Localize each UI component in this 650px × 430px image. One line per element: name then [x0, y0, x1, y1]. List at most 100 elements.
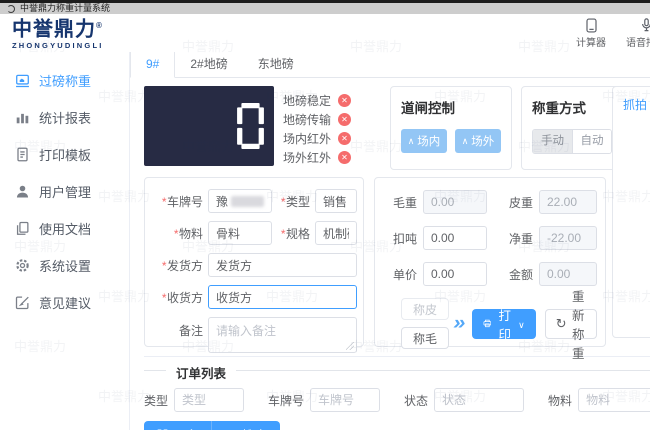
- filter-type-input[interactable]: [174, 388, 245, 412]
- filter-plate-input[interactable]: [310, 388, 381, 412]
- seven-segment-zero: [237, 103, 264, 149]
- material-input[interactable]: [208, 221, 272, 245]
- gate-control-panel: 道闸控制 场内 场外: [390, 86, 512, 170]
- logo-text: 中誉鼎力: [12, 18, 96, 41]
- gear-icon: [15, 258, 30, 273]
- resize-handle-icon[interactable]: [346, 342, 354, 350]
- search-button[interactable]: 搜索: [211, 421, 281, 430]
- order-actions-row: 更多 搜索: [144, 421, 650, 430]
- tare-input: [539, 190, 597, 214]
- sidebar-item-weighing[interactable]: 过磅称重: [0, 62, 129, 99]
- tab-scale-2[interactable]: 2#地磅: [175, 52, 242, 77]
- printer-icon: [483, 319, 491, 328]
- shipper-input[interactable]: [208, 253, 357, 277]
- required-mark: [161, 291, 166, 305]
- scale-status-list: 地磅稳定 地磅传输 场内红外 场外红外: [283, 86, 381, 167]
- sidebar-item-label: 统计报表: [39, 111, 92, 126]
- weigh-mode-title: 称重方式: [532, 101, 586, 116]
- filter-material-label: 物料: [548, 393, 573, 408]
- sidebar: 过磅称重 统计报表 打印模板 用户管理 使用文档 系统设置 意见建议: [0, 52, 130, 430]
- copy-document-icon: [15, 221, 30, 236]
- weigh-gross-button[interactable]: 称毛: [401, 327, 449, 349]
- weights-panel: 毛重 皮重 扣吨 净重 单价: [374, 177, 606, 361]
- sidebar-item-label: 使用文档: [39, 222, 92, 237]
- amount-label: 金额: [508, 267, 533, 282]
- spec-input[interactable]: [315, 221, 357, 245]
- type-input[interactable]: [315, 189, 357, 213]
- mode-manual-option[interactable]: 手动: [533, 130, 572, 153]
- material-label: 物料: [153, 225, 203, 242]
- status-error-icon: [338, 151, 352, 164]
- sidebar-item-label: 系统设置: [39, 259, 92, 274]
- gross-label: 毛重: [392, 195, 417, 210]
- order-list-divider: 订单列表: [144, 363, 650, 382]
- spec-label: 规格: [272, 225, 310, 242]
- gate-control-title: 道闸控制: [401, 101, 455, 116]
- filter-status-input[interactable]: [434, 388, 525, 412]
- gate-outside-button[interactable]: 场外: [455, 129, 501, 153]
- deduct-label: 扣吨: [392, 231, 417, 246]
- sidebar-item-settings[interactable]: 系统设置: [0, 247, 129, 284]
- status-scale-stable: 地磅稳定: [283, 91, 381, 110]
- voice-broadcast-button[interactable]: 语音播报: [626, 17, 650, 49]
- snapshot-panel: 抓拍: [612, 86, 650, 338]
- net-label: 净重: [508, 231, 533, 246]
- sidebar-item-feedback[interactable]: 意见建议: [0, 284, 129, 321]
- plate-label: 车牌号: [153, 193, 203, 210]
- status-error-icon: [338, 94, 352, 107]
- sidebar-item-label: 打印模板: [39, 148, 92, 163]
- app-window: 中誉鼎力称重计量系统 中誉鼎力® ZHONGYUDINGLI 计算器 语音播报 …: [0, 0, 650, 430]
- document-icon: [15, 147, 30, 162]
- sidebar-item-label: 过磅称重: [39, 74, 92, 89]
- filter-material-input[interactable]: [578, 388, 650, 412]
- snapshot-link[interactable]: 抓拍: [623, 98, 647, 112]
- deduct-input[interactable]: [423, 226, 487, 250]
- amount-input: [539, 262, 597, 286]
- more-button[interactable]: 更多: [144, 421, 212, 430]
- sidebar-item-label: 意见建议: [39, 296, 92, 311]
- mode-auto-option[interactable]: 自动: [572, 130, 611, 153]
- browser-tab-title: 中誉鼎力称重计量系统: [20, 3, 111, 13]
- double-chevron-right-icon: [453, 313, 465, 335]
- weighbridge-icon: [15, 73, 30, 88]
- app-logo: 中誉鼎力® ZHONGYUDINGLI: [12, 16, 104, 50]
- scale-tabs: 9# 2#地磅 东地磅: [130, 52, 650, 78]
- sidebar-item-print-template[interactable]: 打印模板: [0, 136, 129, 173]
- plate-input[interactable]: 豫: [208, 189, 272, 213]
- vehicle-form-panel: 车牌号 豫 类型 物料 规格 发货方: [144, 177, 364, 353]
- shipper-label: 发货方: [153, 257, 203, 274]
- gate-inside-button[interactable]: 场内: [401, 129, 447, 153]
- print-button[interactable]: 打印: [471, 308, 536, 342]
- weigh-tare-button: 称皮: [401, 298, 449, 320]
- status-infrared-outside: 场外红外: [283, 148, 381, 167]
- plate-blurred-text: [231, 195, 264, 207]
- weigh-mode-toggle: 手动 自动: [532, 129, 612, 154]
- refresh-icon: [556, 316, 567, 332]
- voice-broadcast-label: 语音播报: [626, 37, 650, 49]
- filter-plate-label: 车牌号: [268, 393, 305, 408]
- tab-scale-east[interactable]: 东地磅: [243, 52, 309, 77]
- net-input: [539, 226, 597, 250]
- reweigh-button[interactable]: 重新称重: [544, 290, 597, 361]
- edit-icon: [15, 295, 30, 310]
- calculator-icon: [585, 17, 597, 33]
- browser-tab[interactable]: 中誉鼎力称重计量系统: [0, 3, 650, 14]
- chevron-up-icon: [462, 135, 469, 147]
- sidebar-item-user-docs[interactable]: 使用文档: [0, 210, 129, 247]
- order-filter-row: 类型 车牌号 状态 物料: [144, 388, 650, 412]
- header-actions: 计算器 语音播报: [556, 17, 650, 49]
- required-mark: [173, 227, 178, 241]
- price-input[interactable]: [423, 262, 487, 286]
- user-icon: [15, 184, 30, 199]
- app-header: 中誉鼎力® ZHONGYUDINGLI 计算器 语音播报: [0, 14, 650, 52]
- remark-textarea[interactable]: [208, 317, 357, 353]
- status-error-icon: [338, 132, 352, 145]
- calculator-button[interactable]: 计算器: [576, 17, 606, 49]
- sidebar-item-reports[interactable]: 统计报表: [0, 99, 129, 136]
- sidebar-item-user-management[interactable]: 用户管理: [0, 173, 129, 210]
- calculator-label: 计算器: [576, 37, 606, 49]
- status-infrared-inside: 场内红外: [283, 129, 381, 148]
- receiver-input[interactable]: [208, 285, 357, 309]
- registered-mark: ®: [96, 21, 103, 31]
- tab-scale-9[interactable]: 9#: [130, 52, 176, 78]
